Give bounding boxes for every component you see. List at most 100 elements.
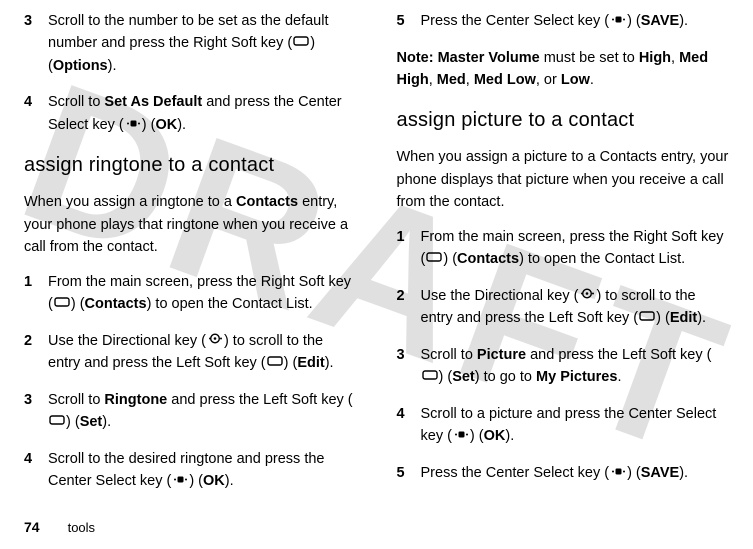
step-text: From the main screen, press the Right So… — [421, 226, 730, 271]
text: ) ( — [66, 414, 80, 430]
step-number: 1 — [397, 226, 421, 271]
softkey-rect-icon — [54, 293, 70, 315]
contacts-label: Contacts — [236, 194, 298, 210]
text: Scroll to — [48, 392, 104, 408]
footer-section: tools — [68, 520, 95, 535]
directional-key-icon — [207, 330, 223, 352]
left-column: 3 Scroll to the number to be set as the … — [24, 10, 357, 510]
picture-intro: When you assign a picture to a Contacts … — [397, 146, 730, 213]
directional-key-icon — [579, 285, 595, 307]
picture-step-4: 4 Scroll to a picture and press the Cent… — [397, 403, 730, 448]
picture-step-5: 5 Press the Center Select key () (SAVE). — [397, 462, 730, 485]
text: ). — [325, 355, 334, 371]
picture-step-1: 1 From the main screen, press the Right … — [397, 226, 730, 271]
step-number: 1 — [24, 271, 48, 316]
note-label: Note: — [397, 50, 434, 66]
text: ) to open the Contact List. — [519, 251, 685, 267]
step-number: 5 — [397, 462, 421, 485]
right-column: 5 Press the Center Select key () (SAVE).… — [397, 10, 730, 510]
ringtone-label: Ringtone — [104, 392, 167, 408]
center-select-icon — [610, 10, 626, 32]
text: ) ( — [443, 251, 457, 267]
set-as-default-label: Set As Default — [104, 94, 202, 110]
softkey-rect-icon — [293, 32, 309, 54]
step-number: 3 — [24, 10, 48, 77]
text: , or — [536, 72, 561, 88]
step-text: Scroll to Set As Default and press the C… — [48, 91, 357, 136]
text: , — [429, 72, 437, 88]
text: ). — [697, 310, 706, 326]
step-text: Scroll to the number to be set as the de… — [48, 10, 357, 77]
set-label: Set — [452, 369, 475, 385]
text: ) ( — [71, 296, 85, 312]
text: ). — [505, 428, 514, 444]
step-number: 4 — [24, 448, 48, 493]
master-volume-note: Note: Master Volume must be set to High,… — [397, 47, 730, 92]
step-number: 2 — [24, 330, 48, 375]
heading-assign-ringtone: assign ringtone to a contact — [24, 150, 357, 181]
text: ) ( — [284, 355, 298, 371]
ringtone-step-3: 3 Scroll to Ringtone and press the Left … — [24, 389, 357, 434]
text: Scroll to the number to be set as the de… — [48, 13, 329, 52]
ringtone-intro: When you assign a ringtone to a Contacts… — [24, 191, 357, 258]
med-label: Med — [437, 72, 466, 88]
master-volume-label: Master Volume — [438, 50, 540, 66]
ringtone-step-4: 4 Scroll to the desired ringtone and pre… — [24, 448, 357, 493]
softkey-rect-icon — [426, 248, 442, 270]
step-text: Press the Center Select key () (SAVE). — [421, 462, 730, 485]
step-number: 3 — [397, 344, 421, 389]
text: , — [671, 50, 679, 66]
center-select-icon — [172, 470, 188, 492]
ringtone-step-1: 1 From the main screen, press the Right … — [24, 271, 357, 316]
text: ) ( — [656, 310, 670, 326]
step-number: 4 — [24, 91, 48, 136]
save-label: SAVE — [641, 465, 679, 481]
contacts-label: Contacts — [85, 296, 147, 312]
edit-label: Edit — [670, 310, 697, 326]
step-text: Scroll to Picture and press the Left Sof… — [421, 344, 730, 389]
set-label: Set — [80, 414, 103, 430]
save-label: SAVE — [641, 13, 679, 29]
text: ) ( — [189, 473, 203, 489]
step-number: 4 — [397, 403, 421, 448]
low-label: Low — [561, 72, 590, 88]
my-pictures-label: My Pictures — [536, 369, 617, 385]
softkey-rect-icon — [267, 352, 283, 374]
text: ) ( — [142, 117, 156, 133]
right-step-5: 5 Press the Center Select key () (SAVE). — [397, 10, 730, 33]
heading-assign-picture: assign picture to a contact — [397, 105, 730, 136]
softkey-rect-icon — [422, 366, 438, 388]
picture-step-3: 3 Scroll to Picture and press the Left S… — [397, 344, 730, 389]
text: ). — [679, 13, 688, 29]
medlow-label: Med Low — [474, 72, 536, 88]
step-number: 5 — [397, 10, 421, 33]
picture-step-2: 2 Use the Directional key () to scroll t… — [397, 285, 730, 330]
text: Scroll to — [421, 347, 477, 363]
center-select-icon — [610, 462, 626, 484]
text: , — [466, 72, 474, 88]
text: Press the Center Select key ( — [421, 465, 610, 481]
step-number: 2 — [397, 285, 421, 330]
high-label: High — [639, 50, 671, 66]
left-step-4: 4 Scroll to Set As Default and press the… — [24, 91, 357, 136]
text: must be set to — [540, 50, 639, 66]
step-text: Scroll to a picture and press the Center… — [421, 403, 730, 448]
text: ) ( — [627, 13, 641, 29]
text: ) ( — [627, 465, 641, 481]
text: and press the Left Soft key ( — [526, 347, 711, 363]
text: . — [590, 72, 594, 88]
step-text: Use the Directional key () to scroll to … — [421, 285, 730, 330]
page-footer: 74 tools — [24, 519, 95, 535]
edit-label: Edit — [297, 355, 324, 371]
center-select-icon — [125, 114, 141, 136]
text: ) ( — [439, 369, 453, 385]
text: Use the Directional key ( — [421, 288, 579, 304]
step-text: Press the Center Select key () (SAVE). — [421, 10, 730, 33]
options-label: Options — [53, 58, 108, 74]
text: . — [617, 369, 621, 385]
step-number: 3 — [24, 389, 48, 434]
text: ) to open the Contact List. — [147, 296, 313, 312]
text: Use the Directional key ( — [48, 333, 206, 349]
text: ). — [225, 473, 234, 489]
ok-label: OK — [484, 428, 506, 444]
